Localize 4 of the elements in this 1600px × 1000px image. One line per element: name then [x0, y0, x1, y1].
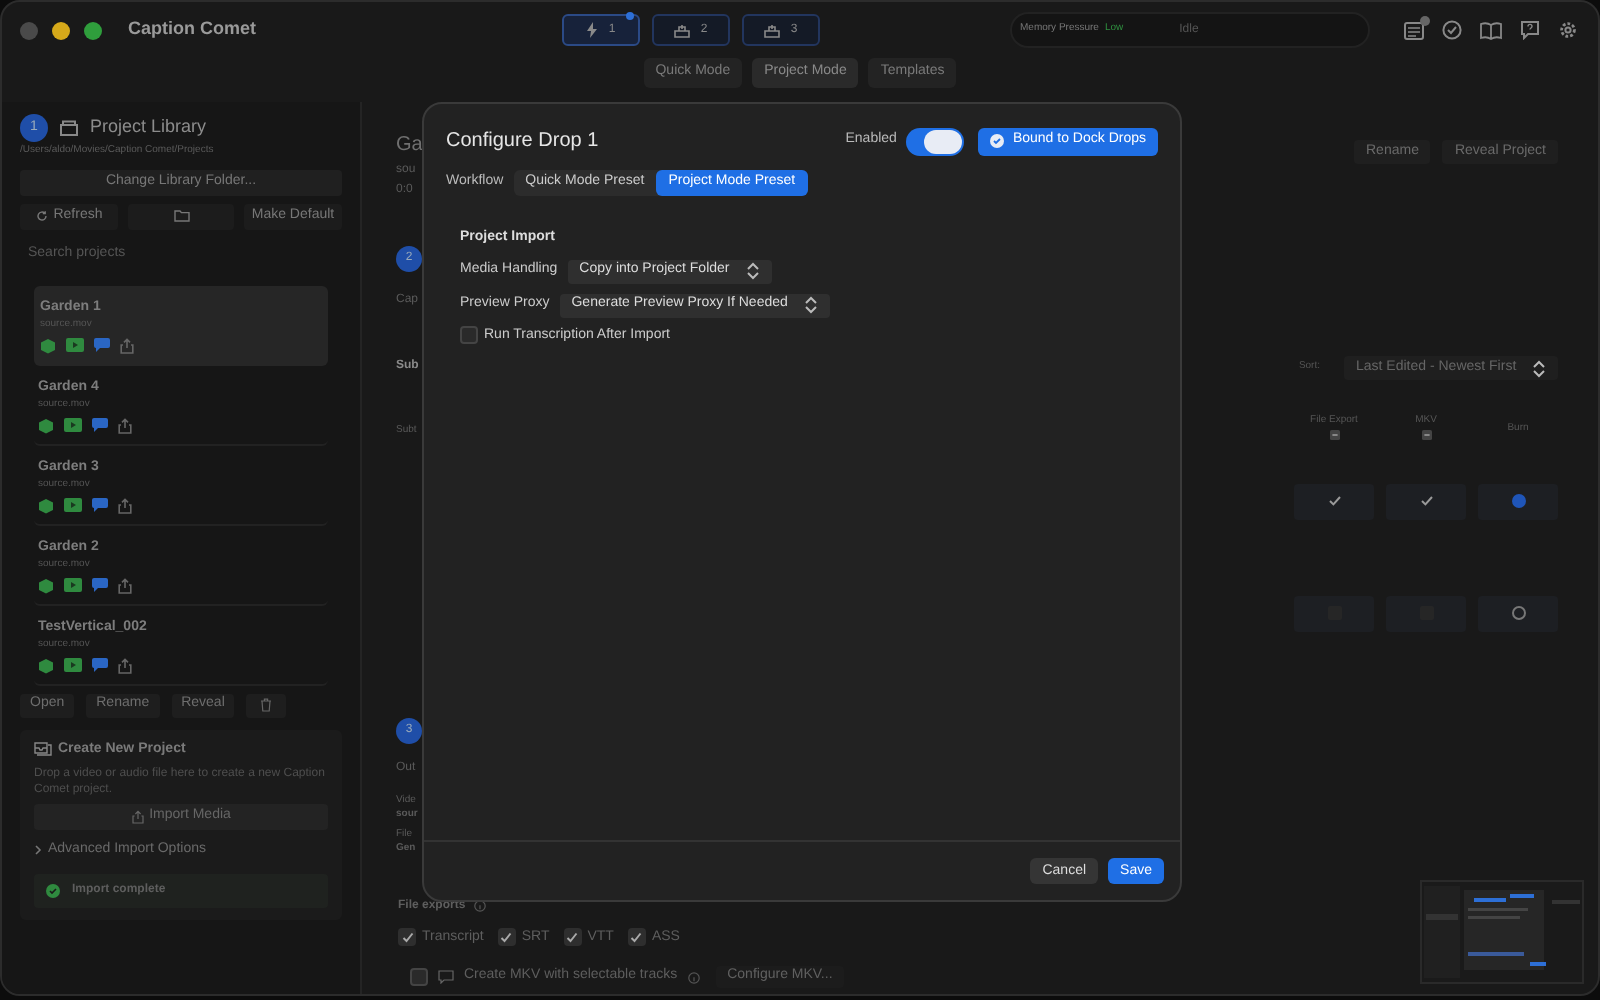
dialog-title: Configure Drop 1	[446, 128, 599, 156]
section-title: Project Library	[90, 114, 207, 141]
project-title-fragment: Ga	[396, 132, 422, 160]
window-title: Caption Comet	[128, 16, 256, 43]
